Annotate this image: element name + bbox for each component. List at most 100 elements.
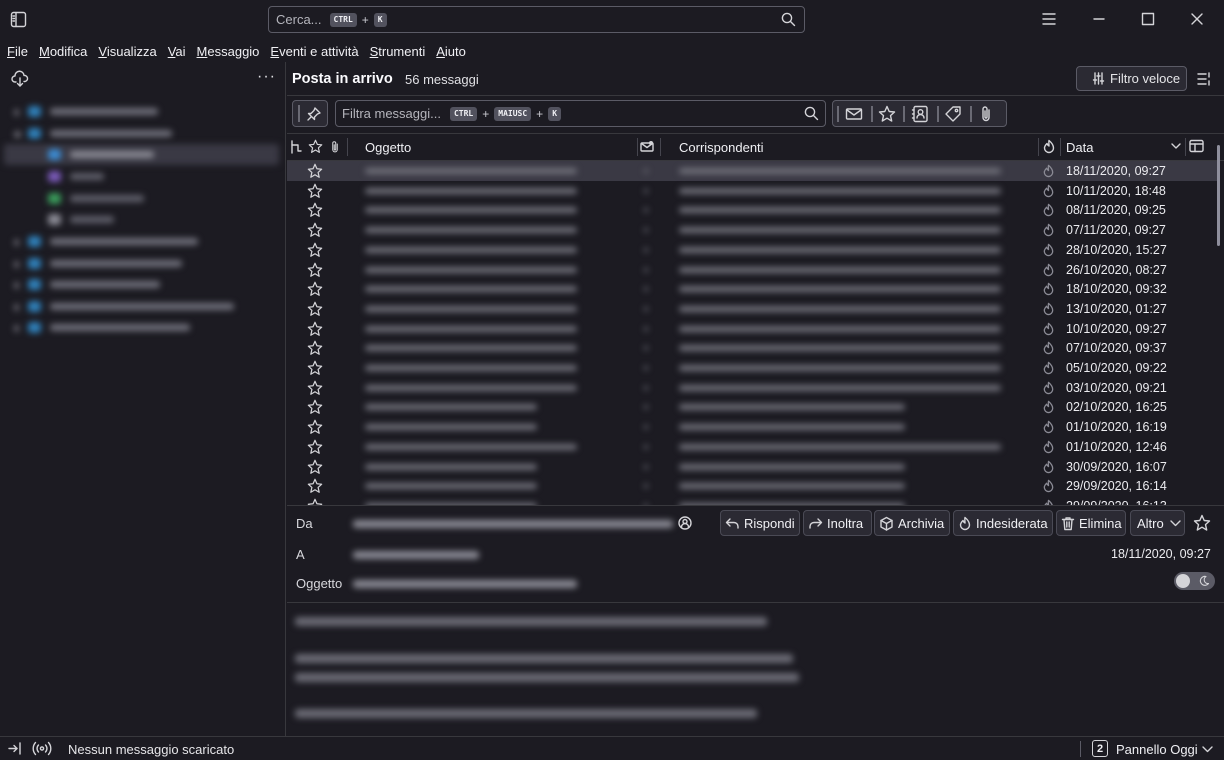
star-icon[interactable] bbox=[307, 399, 323, 415]
message-row[interactable]: 01/10/2020, 12:46 bbox=[287, 437, 1217, 457]
star-icon[interactable] bbox=[307, 360, 323, 376]
junk-status-icon[interactable] bbox=[1042, 440, 1055, 454]
star-message-icon[interactable] bbox=[1193, 514, 1211, 532]
junk-button[interactable]: Indesiderata bbox=[953, 510, 1053, 536]
spaces-toolbar-icon[interactable] bbox=[10, 11, 27, 28]
star-column-icon[interactable] bbox=[308, 139, 323, 154]
message-row[interactable]: 10/11/2020, 18:48 bbox=[287, 181, 1217, 201]
folder-row[interactable] bbox=[0, 209, 286, 230]
star-icon[interactable] bbox=[307, 262, 323, 278]
message-row[interactable]: 07/11/2020, 09:27 bbox=[287, 220, 1217, 240]
star-icon[interactable] bbox=[307, 202, 323, 218]
from-value[interactable] bbox=[353, 520, 673, 528]
display-options-icon[interactable] bbox=[1196, 71, 1212, 87]
junk-status-icon[interactable] bbox=[1042, 243, 1055, 257]
dark-mode-toggle[interactable] bbox=[1174, 572, 1215, 590]
get-messages-icon[interactable] bbox=[11, 70, 29, 88]
read-status-dot[interactable] bbox=[644, 169, 648, 173]
junk-status-icon[interactable] bbox=[1042, 479, 1055, 493]
date-column-header[interactable]: Data bbox=[1066, 140, 1093, 155]
menu-strumenti[interactable]: Strumenti bbox=[370, 44, 426, 59]
star-icon[interactable] bbox=[307, 163, 323, 179]
read-status-dot[interactable] bbox=[644, 464, 648, 469]
to-value[interactable] bbox=[353, 551, 479, 559]
sticky-filter-button[interactable] bbox=[292, 100, 328, 127]
close-icon[interactable] bbox=[1190, 12, 1204, 26]
menu-vai[interactable]: Vai bbox=[168, 44, 186, 59]
read-status-dot[interactable] bbox=[644, 484, 648, 489]
junk-status-icon[interactable] bbox=[1042, 282, 1055, 296]
unread-filter-icon[interactable] bbox=[845, 106, 863, 122]
junk-status-icon[interactable] bbox=[1042, 302, 1055, 316]
tag-filter-icon[interactable] bbox=[944, 105, 962, 123]
junk-status-icon[interactable] bbox=[1042, 420, 1055, 434]
filter-messages-input[interactable]: Filtra messaggi... CTRL + MAIUSC + K bbox=[335, 100, 826, 127]
account-row[interactable] bbox=[0, 317, 286, 338]
message-row[interactable]: 29/09/2020, 16:14 bbox=[287, 476, 1217, 496]
message-row[interactable]: 28/10/2020, 15:27 bbox=[287, 240, 1217, 260]
junk-status-icon[interactable] bbox=[1042, 341, 1055, 355]
today-pane-label[interactable]: Pannello Oggi bbox=[1116, 742, 1198, 757]
star-icon[interactable] bbox=[307, 439, 323, 455]
chevron-down-icon[interactable] bbox=[1171, 142, 1181, 150]
message-row[interactable]: 02/10/2020, 16:25 bbox=[287, 397, 1217, 417]
read-status-dot[interactable] bbox=[644, 405, 648, 410]
app-menu-icon[interactable] bbox=[1041, 12, 1057, 26]
menu-eventi[interactable]: Eventi e attività bbox=[270, 44, 358, 59]
message-row[interactable]: 29/09/2020, 16:13 bbox=[287, 496, 1217, 505]
message-row[interactable]: 13/10/2020, 01:27 bbox=[287, 299, 1217, 319]
correspondents-column-header[interactable]: Corrispondenti bbox=[679, 140, 764, 155]
read-status-dot[interactable] bbox=[644, 326, 648, 331]
read-status-dot[interactable] bbox=[644, 267, 648, 272]
menu-messaggio[interactable]: Messaggio bbox=[197, 44, 260, 59]
star-icon[interactable] bbox=[307, 459, 323, 475]
star-icon[interactable] bbox=[307, 242, 323, 258]
online-status-icon[interactable] bbox=[32, 741, 52, 756]
junk-status-icon[interactable] bbox=[1042, 223, 1055, 237]
read-status-dot[interactable] bbox=[644, 287, 648, 292]
folder-row[interactable] bbox=[0, 188, 286, 209]
chevron-down-icon[interactable] bbox=[1202, 745, 1213, 753]
minimize-icon[interactable] bbox=[1092, 12, 1106, 26]
read-status-dot[interactable] bbox=[644, 366, 648, 370]
star-icon[interactable] bbox=[307, 340, 323, 356]
subject-column-header[interactable]: Oggetto bbox=[365, 140, 411, 155]
thread-column-icon[interactable] bbox=[289, 140, 303, 154]
read-status-dot[interactable] bbox=[644, 228, 648, 233]
junk-status-icon[interactable] bbox=[1042, 203, 1055, 217]
star-icon[interactable] bbox=[307, 301, 323, 317]
star-icon[interactable] bbox=[307, 419, 323, 435]
menu-file[interactable]: File bbox=[7, 44, 28, 59]
forward-button[interactable]: Inoltra bbox=[803, 510, 872, 536]
reply-button[interactable]: Rispondi bbox=[720, 510, 800, 536]
folder-row[interactable] bbox=[0, 166, 286, 187]
column-picker-icon[interactable] bbox=[1189, 139, 1204, 153]
message-list[interactable]: 18/11/2020, 09:27 10/11/2020, 18:48 08/11/… bbox=[287, 161, 1217, 505]
junk-status-icon[interactable] bbox=[1042, 361, 1055, 375]
read-status-dot[interactable] bbox=[644, 425, 648, 430]
read-status-dot[interactable] bbox=[644, 188, 648, 193]
account-row[interactable] bbox=[0, 274, 286, 295]
message-list-scrollbar[interactable] bbox=[1217, 145, 1220, 246]
junk-status-icon[interactable] bbox=[1042, 400, 1055, 414]
junk-status-icon[interactable] bbox=[1042, 460, 1055, 474]
star-icon[interactable] bbox=[307, 183, 323, 199]
star-icon[interactable] bbox=[307, 498, 323, 505]
account-row[interactable] bbox=[0, 101, 286, 122]
star-icon[interactable] bbox=[307, 478, 323, 494]
archive-button[interactable]: Archivia bbox=[874, 510, 950, 536]
read-status-dot[interactable] bbox=[644, 247, 648, 252]
folder-pane-more-button[interactable]: ··· bbox=[257, 68, 276, 86]
star-icon[interactable] bbox=[307, 380, 323, 396]
maximize-icon[interactable] bbox=[1141, 12, 1155, 26]
menu-aiuto[interactable]: Aiuto bbox=[436, 44, 466, 59]
search-icon[interactable] bbox=[781, 12, 796, 27]
account-row[interactable] bbox=[0, 123, 286, 144]
message-row[interactable]: 07/10/2020, 09:37 bbox=[287, 338, 1217, 358]
junk-status-icon[interactable] bbox=[1042, 322, 1055, 336]
star-icon[interactable] bbox=[307, 321, 323, 337]
message-row[interactable]: 05/10/2020, 09:22 bbox=[287, 358, 1217, 378]
read-status-dot[interactable] bbox=[644, 346, 648, 351]
junk-status-icon[interactable] bbox=[1042, 263, 1055, 277]
account-row[interactable] bbox=[0, 253, 286, 274]
